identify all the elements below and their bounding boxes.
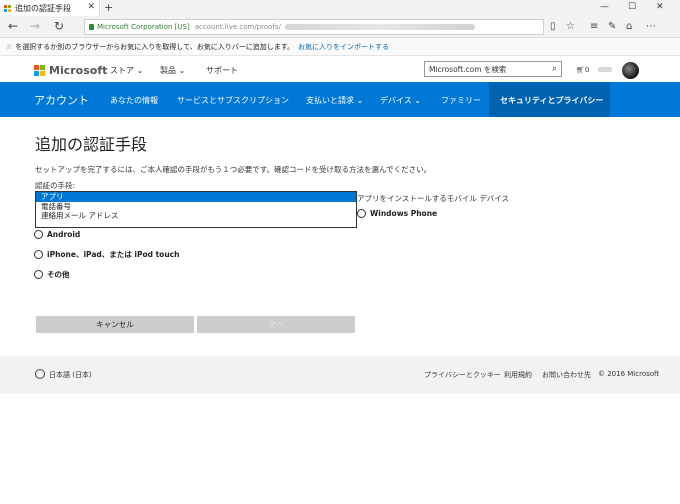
search-icon[interactable]: ⌕: [552, 64, 557, 74]
microsoft-logo-text: Microsoft: [49, 64, 108, 77]
hub-icon[interactable]: ≡: [590, 21, 598, 32]
favorites-star-icon: ☆: [6, 42, 13, 51]
search-input[interactable]: Microsoft.com を検索 ⌕: [424, 61, 562, 77]
dropdown-option-phone[interactable]: 電話番号: [36, 202, 356, 212]
import-favorites-link[interactable]: お気に入りをインポートする: [298, 42, 389, 52]
cart-count: 0: [584, 66, 590, 74]
tab-your-info[interactable]: あなたの情報: [110, 95, 158, 106]
new-tab-button[interactable]: +: [104, 1, 113, 14]
reading-view-icon[interactable]: ▯: [550, 21, 556, 32]
language-selector[interactable]: 日本語 (日本): [49, 370, 92, 380]
microsoft-favicon-icon: [4, 4, 11, 12]
tab-security-privacy[interactable]: セキュリティとプライバシー: [500, 95, 603, 106]
tab-family[interactable]: ファミリー: [441, 95, 481, 106]
radio-windows-phone[interactable]: Windows Phone: [357, 209, 437, 218]
share-icon[interactable]: ⌂: [626, 21, 632, 32]
more-icon[interactable]: ⋯: [646, 21, 656, 32]
footer-link-terms[interactable]: 利用規約: [504, 370, 532, 380]
page-description: セットアップを完了するには、ご本人確認の手段がもう１つ必要です。確認コードを受け…: [35, 165, 432, 174]
method-label: 認証の手段:: [35, 181, 76, 190]
tab-devices[interactable]: デバイス ⌄: [380, 95, 421, 106]
cancel-button[interactable]: キャンセル: [36, 316, 194, 333]
tab-services-subscriptions[interactable]: サービスとサブスクリプション: [177, 95, 289, 106]
lock-icon: [89, 24, 94, 30]
search-placeholder: Microsoft.com を検索: [429, 64, 507, 74]
close-window-button[interactable]: ✕: [656, 2, 664, 12]
tab-close-icon[interactable]: ✕: [87, 2, 95, 12]
nav-support[interactable]: サポート: [206, 65, 238, 76]
microsoft-header: Microsoft ストア ⌄ 製品 ⌄ サポート Microsoft.com …: [0, 56, 680, 82]
back-arrow-icon[interactable]: ←: [8, 19, 18, 33]
tab-payment-billing[interactable]: 支払いと請求 ⌄: [306, 95, 363, 106]
page-title: 追加の認証手段: [35, 135, 148, 154]
maximize-button[interactable]: ☐: [628, 2, 636, 12]
tab-strip: 追加の認証手段 ✕ + — ☐ ✕: [0, 0, 680, 16]
web-note-icon[interactable]: ✎: [608, 21, 616, 32]
radio-android[interactable]: Android: [34, 230, 80, 239]
refresh-icon[interactable]: ↻: [54, 19, 64, 33]
next-button[interactable]: 次へ: [197, 316, 355, 333]
nav-store[interactable]: ストア ⌄: [110, 65, 143, 76]
forward-arrow-icon[interactable]: →: [30, 19, 40, 33]
device-label: アプリをインストールするモバイル デバイス: [357, 194, 510, 203]
method-dropdown[interactable]: アプリ 電話番号 連絡用メール アドレス: [35, 191, 357, 228]
microsoft-logo[interactable]: Microsoft: [34, 64, 107, 77]
avatar[interactable]: [622, 62, 639, 79]
nav-products[interactable]: 製品 ⌄: [160, 65, 185, 76]
radio-circle-icon[interactable]: [34, 270, 43, 279]
favorites-bar: ☆ を選択するか別のブラウザーからお気に入りを取得して、お気に入りバーに追加しま…: [0, 38, 680, 56]
browser-tab[interactable]: 追加の認証手段 ✕: [0, 0, 100, 16]
footer-link-contact[interactable]: お問い合わせ先: [542, 370, 591, 380]
dropdown-option-email[interactable]: 連絡用メール アドレス: [36, 211, 356, 221]
favorites-bar-text: を選択するか別のブラウザーからお気に入りを取得して、お気に入りバーに追加します。: [15, 42, 295, 51]
footer-link-privacy[interactable]: プライバシーとクッキー: [424, 370, 501, 380]
certificate-label: Microsoft Corporation [US]: [97, 23, 190, 31]
footer-copyright: © 2016 Microsoft: [598, 370, 660, 378]
microsoft-logo-icon: [34, 65, 45, 76]
radio-iphone[interactable]: iPhone、iPad、または iPod touch: [34, 249, 179, 260]
radio-circle-icon[interactable]: [357, 209, 366, 218]
favorite-star-icon[interactable]: ☆: [566, 21, 575, 32]
radio-other[interactable]: その他: [34, 269, 70, 280]
minimize-button[interactable]: —: [600, 2, 609, 12]
globe-icon: [35, 369, 45, 379]
cart-icon[interactable]: 🛒︎0: [576, 66, 589, 74]
user-name-blurred[interactable]: [598, 67, 612, 72]
radio-label: Android: [47, 230, 81, 239]
radio-circle-icon[interactable]: [34, 250, 43, 259]
page-footer: 日本語 (日本) プライバシーとクッキー 利用規約 お問い合わせ先 © 2016…: [0, 356, 680, 394]
url-text: account.live.com/proofs/: [194, 23, 281, 31]
radio-label: その他: [47, 270, 70, 279]
radio-circle-icon[interactable]: [34, 230, 43, 239]
radio-label: Windows Phone: [370, 209, 438, 218]
address-bar[interactable]: Microsoft Corporation [US] account.live.…: [84, 19, 544, 35]
account-label[interactable]: アカウント: [34, 92, 89, 108]
tab-title: 追加の認証手段: [15, 3, 71, 13]
url-blurred: [284, 24, 475, 30]
radio-label: iPhone、iPad、または iPod touch: [47, 250, 180, 259]
dropdown-option-app[interactable]: アプリ: [36, 192, 356, 202]
browser-toolbar: ← → ↻ Microsoft Corporation [US] account…: [0, 16, 680, 38]
account-nav: アカウント あなたの情報 サービスとサブスクリプション 支払いと請求 ⌄ デバイ…: [0, 82, 680, 117]
